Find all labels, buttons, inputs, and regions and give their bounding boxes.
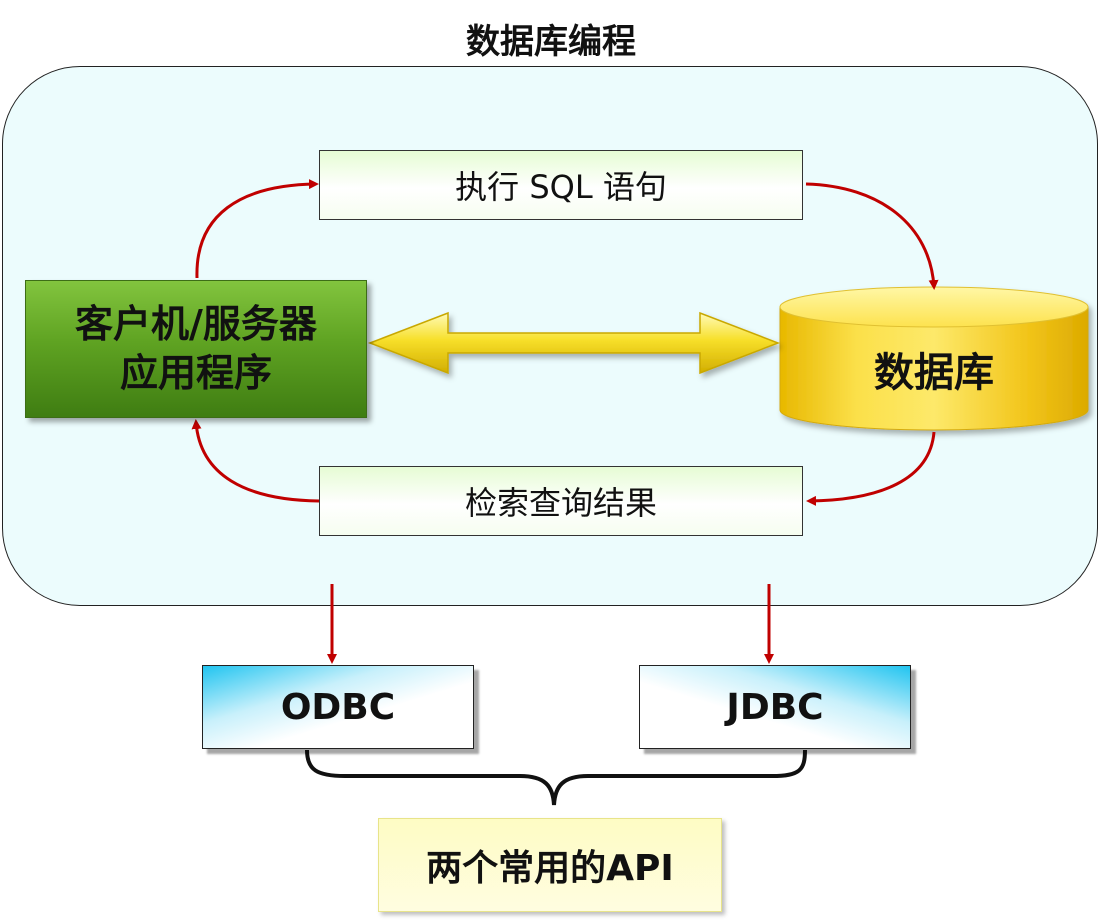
odbc-label: ODBC bbox=[280, 686, 396, 728]
execute-sql-box: 执行 SQL 语句 bbox=[319, 150, 803, 220]
client-server-app-box: 客户机/服务器 应用程序 bbox=[25, 280, 367, 418]
common-apis-note: 两个常用的API bbox=[378, 818, 722, 912]
diagram-graphics bbox=[191, 179, 1089, 806]
query-results-label: 检索查询结果 bbox=[464, 484, 657, 522]
query-results-box: 检索查询结果 bbox=[319, 466, 803, 536]
api-brace bbox=[305, 749, 807, 806]
jdbc-box: JDBC bbox=[639, 665, 911, 749]
arrow-database-to-results bbox=[806, 431, 936, 506]
bidirectional-arrow bbox=[367, 311, 781, 375]
jdbc-label: JDBC bbox=[726, 686, 824, 728]
arrow-sql-to-database bbox=[805, 182, 939, 290]
client-app-label-line1: 客户机/服务器 bbox=[75, 301, 317, 346]
client-app-label-line2: 应用程序 bbox=[119, 351, 272, 395]
database-label: 数据库 bbox=[874, 350, 994, 396]
arrow-results-to-client bbox=[191, 419, 320, 503]
execute-sql-label: 执行 SQL 语句 bbox=[455, 168, 667, 206]
common-apis-label: 两个常用的API bbox=[426, 848, 674, 889]
arrow-client-to-sql bbox=[195, 179, 319, 279]
odbc-box: ODBC bbox=[202, 665, 474, 749]
